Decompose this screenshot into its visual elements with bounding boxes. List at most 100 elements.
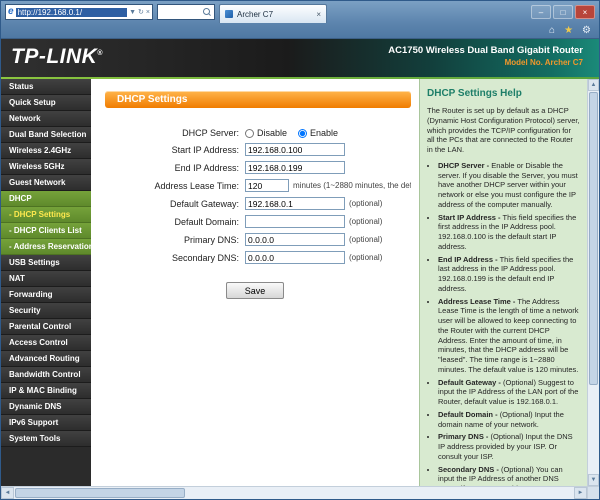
sidebar-item[interactable]: Forwarding <box>1 287 91 303</box>
vertical-scroll-thumb[interactable] <box>589 92 598 386</box>
lease-time-label: Address Lease Time: <box>154 180 239 191</box>
sidebar-item-label: System Tools <box>9 434 61 443</box>
home-icon[interactable]: ⌂ <box>549 25 555 36</box>
stop-icon[interactable]: × <box>146 9 150 16</box>
sidebar-item[interactable]: Access Control <box>1 335 91 351</box>
sidebar-nav: Status Quick Setup Network Dual Band Sel… <box>1 79 91 486</box>
scroll-left-arrow[interactable]: ◄ <box>1 487 14 499</box>
vertical-scrollbar[interactable]: ▲ ▼ <box>587 79 599 486</box>
secondary-dns-input[interactable] <box>245 251 345 264</box>
horizontal-scroll-thumb[interactable] <box>15 488 185 498</box>
sidebar-item[interactable]: DHCP <box>1 191 91 207</box>
sidebar-item-label: Security <box>9 306 41 315</box>
default-gateway-label: Default Gateway: <box>169 198 239 209</box>
minimize-button[interactable]: – <box>531 5 551 19</box>
tab-title: Archer C7 <box>237 9 274 19</box>
sidebar-item-label: Forwarding <box>9 290 53 299</box>
sidebar-item-label: Parental Control <box>9 322 72 331</box>
form-row-primary-dns: Primary DNS: (optional) <box>105 233 411 246</box>
sidebar-item-label: Guest Network <box>9 178 66 187</box>
sidebar-item[interactable]: Guest Network <box>1 175 91 191</box>
sidebar-item[interactable]: Network <box>1 111 91 127</box>
help-bullet: Address Lease Time - The Address Lease T… <box>438 297 580 375</box>
tools-gear-icon[interactable]: ⚙ <box>582 25 591 36</box>
sidebar-item-label: Access Control <box>9 338 68 347</box>
sidebar-item[interactable]: NAT <box>1 271 91 287</box>
sidebar-item-label: Advanced Routing <box>9 354 80 363</box>
sidebar-item[interactable]: - DHCP Settings <box>1 207 91 223</box>
tab-close-icon[interactable]: × <box>316 10 321 19</box>
sidebar-item-label: Bandwidth Control <box>9 370 81 379</box>
favorites-star-icon[interactable]: ★ <box>564 25 573 36</box>
sidebar-item-label: IP & MAC Binding <box>9 386 77 395</box>
sidebar-item-label: Dual Band Selection <box>9 130 87 139</box>
search-input[interactable] <box>157 4 215 20</box>
sidebar-item[interactable]: - DHCP Clients List <box>1 223 91 239</box>
sidebar-item[interactable]: IP & MAC Binding <box>1 383 91 399</box>
product-name: AC1750 Wireless Dual Band Gigabit Router <box>388 45 583 56</box>
scroll-right-arrow[interactable]: ► <box>574 487 587 499</box>
close-button[interactable]: × <box>575 5 595 19</box>
refresh-icon[interactable]: ↻ <box>138 8 144 16</box>
maximize-button[interactable]: □ <box>553 5 573 19</box>
help-bullet: Default Gateway - (Optional) Suggest to … <box>438 378 580 407</box>
model-number: Model No. Archer C7 <box>504 58 583 67</box>
sidebar-item[interactable]: Status <box>1 79 91 95</box>
sidebar-item[interactable]: USB Settings <box>1 255 91 271</box>
form-row-default-domain: Default Domain: (optional) <box>105 215 411 228</box>
page-header: TP-LINK® AC1750 Wireless Dual Band Gigab… <box>1 39 599 77</box>
tp-link-logo: TP-LINK® <box>11 45 103 68</box>
secondary-dns-hint: (optional) <box>349 253 383 262</box>
address-bar[interactable]: e http://192.168.0.1/ ▼ ↻ × <box>5 4 153 20</box>
default-gateway-input[interactable] <box>245 197 345 210</box>
sidebar-item[interactable]: System Tools <box>1 431 91 447</box>
search-icon[interactable] <box>203 8 211 16</box>
start-ip-input[interactable] <box>245 143 345 156</box>
sidebar-item-label: - DHCP Settings <box>9 210 71 219</box>
browser-chrome: e http://192.168.0.1/ ▼ ↻ × Archer C7 × … <box>1 1 599 39</box>
address-dropdown-icon[interactable]: ▼ <box>129 9 136 16</box>
scroll-down-arrow[interactable]: ▼ <box>588 474 599 486</box>
browser-window: e http://192.168.0.1/ ▼ ↻ × Archer C7 × … <box>0 0 600 500</box>
form-row-lease-time: Address Lease Time: minutes (1~2880 minu… <box>105 179 411 192</box>
url-text[interactable]: http://192.168.0.1/ <box>15 7 128 17</box>
sidebar-item[interactable]: - Address Reservation <box>1 239 91 255</box>
sidebar-item-label: Wireless 5GHz <box>9 162 65 171</box>
sidebar-item-label: Wireless 2.4GHz <box>9 146 72 155</box>
registered-mark: ® <box>97 50 103 57</box>
sidebar-item[interactable]: Dynamic DNS <box>1 399 91 415</box>
sidebar-item[interactable]: Parental Control <box>1 319 91 335</box>
dhcp-server-disable-radio[interactable] <box>245 128 254 138</box>
ie-icon: e <box>8 6 14 17</box>
sidebar-item[interactable]: IPv6 Support <box>1 415 91 431</box>
primary-dns-input[interactable] <box>245 233 345 246</box>
help-bullet-list: DHCP Server - Enable or Disable the serv… <box>427 161 580 486</box>
sidebar-item[interactable]: Advanced Routing <box>1 351 91 367</box>
horizontal-scrollbar[interactable]: ◄ ► <box>1 486 599 499</box>
sidebar-item-label: USB Settings <box>9 258 60 267</box>
help-panel: DHCP Settings Help The Router is set up … <box>419 79 587 486</box>
help-bullet: Secondary DNS - (Optional) You can input… <box>438 465 580 487</box>
scrollbar-corner <box>587 487 599 499</box>
sidebar-item[interactable]: Security <box>1 303 91 319</box>
default-gateway-hint: (optional) <box>349 199 383 208</box>
help-bullet: Start IP Address - This field specifies … <box>438 213 580 252</box>
sidebar-item[interactable]: Wireless 2.4GHz <box>1 143 91 159</box>
help-bullet: Default Domain - (Optional) Input the do… <box>438 410 580 430</box>
dhcp-server-enable-radio[interactable] <box>298 128 308 138</box>
sidebar-item[interactable]: Bandwidth Control <box>1 367 91 383</box>
sidebar-item[interactable]: Dual Band Selection <box>1 127 91 143</box>
end-ip-input[interactable] <box>245 161 345 174</box>
dhcp-server-label: DHCP Server: <box>182 128 239 138</box>
tab-archer-c7[interactable]: Archer C7 × <box>219 4 327 23</box>
save-button[interactable]: Save <box>226 282 284 299</box>
start-ip-label: Start IP Address: <box>171 144 239 155</box>
scroll-up-arrow[interactable]: ▲ <box>588 79 599 91</box>
default-domain-input[interactable] <box>245 215 345 228</box>
form-row-end-ip: End IP Address: <box>105 161 411 174</box>
sidebar-item-label: Status <box>9 82 34 91</box>
lease-time-input[interactable] <box>245 179 289 192</box>
default-domain-hint: (optional) <box>349 217 383 226</box>
sidebar-item[interactable]: Quick Setup <box>1 95 91 111</box>
sidebar-item[interactable]: Wireless 5GHz <box>1 159 91 175</box>
